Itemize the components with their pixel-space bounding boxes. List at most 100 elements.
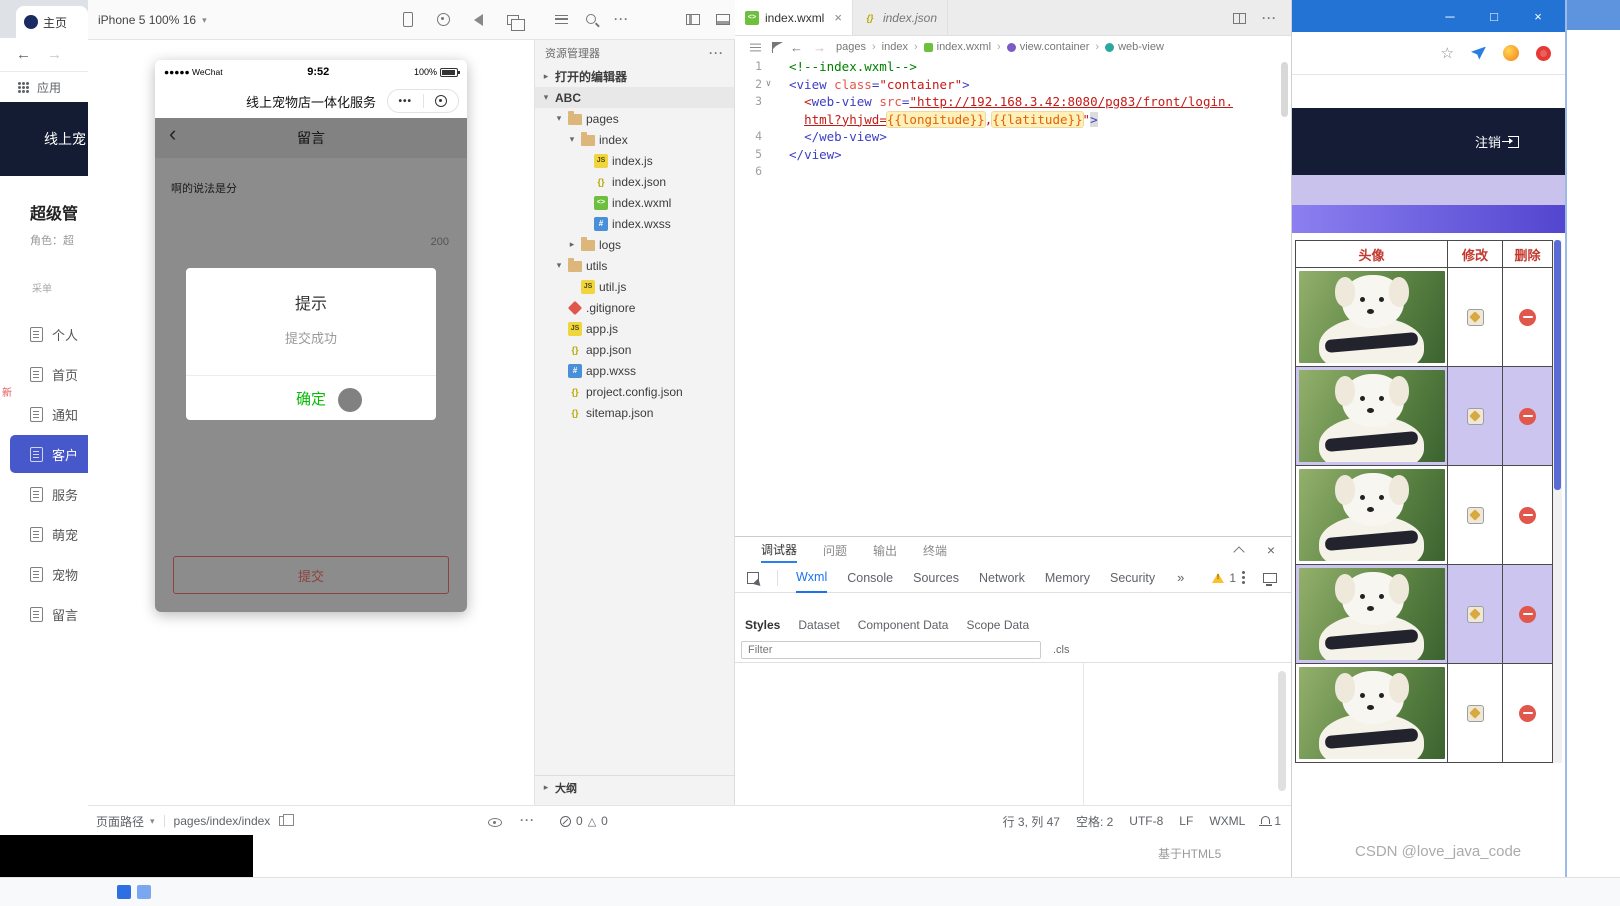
search-icon[interactable] [586,14,596,24]
extension-icon[interactable] [1471,46,1486,60]
outline-section[interactable]: ▸ 大纲 [535,775,734,799]
code-editor[interactable]: 1 2 ∨ 3 4 5 6 <!--index.wxml--> <view class="co… [735,58,1291,536]
edit-icon[interactable] [1466,308,1484,326]
styles-subtab-styles[interactable]: Styles [745,618,780,632]
tree-item-index-js[interactable]: JS index.js [535,150,734,171]
device-toolbar-icon[interactable] [1263,572,1277,586]
record-icon[interactable] [437,13,450,26]
back-icon[interactable]: ← [16,46,31,63]
breadcrumb-item-index-wxml[interactable]: index.wxml [923,41,991,53]
forward-icon[interactable]: → [813,40,826,55]
explorer-toggle-icon[interactable] [555,14,568,24]
scrollbar-thumb[interactable] [1554,240,1561,490]
devtools-tab-wxml[interactable]: Wxml [796,563,828,593]
panel-tab-terminal[interactable]: 终端 [923,537,947,563]
fold-icon[interactable]: ∨ [762,76,775,94]
toggle-panel-icon[interactable] [716,14,730,25]
minimize-button[interactable]: ─ [1432,0,1468,32]
sidebar-item-profile[interactable]: 个人 [0,314,88,354]
taskbar-app-icon[interactable] [137,885,151,899]
panel-scrollbar[interactable] [1278,671,1286,791]
tree-item-gitignore[interactable]: .gitignore [535,297,734,318]
notifications[interactable]: 1 [1259,814,1281,828]
cursor-position[interactable]: 行 3, 列 47 [1003,813,1060,830]
tree-item-index-wxss[interactable]: # index.wxss [535,213,734,234]
devtools-tab-security[interactable]: Security [1110,563,1155,593]
sidebar-item-notifications[interactable]: 通知 [0,394,88,434]
tree-item-sitemap-json[interactable]: {} sitemap.json [535,402,734,423]
editor-tab-index-wxml[interactable]: <> index.wxml × [735,0,853,35]
extension-icon[interactable] [1536,45,1551,61]
panel-tab-debugger[interactable]: 调试器 [761,537,798,563]
tree-item-index-json[interactable]: {} index.json [535,171,734,192]
styles-subtab-component-data[interactable]: Component Data [858,618,949,632]
edit-icon[interactable] [1466,605,1484,623]
styles-subtab-dataset[interactable]: Dataset [798,618,839,632]
more-menu-icon[interactable]: ••• [388,96,423,107]
avatar[interactable] [1503,45,1519,61]
sidebar-item-home[interactable]: 首页 [0,354,88,394]
breadcrumb-item-pages[interactable]: pages [836,41,866,53]
breadcrumb-item-index[interactable]: index [882,41,908,53]
styles-subtab-scope-data[interactable]: Scope Data [966,618,1029,632]
eye-icon[interactable] [488,818,502,827]
close-button[interactable]: × [1520,0,1556,32]
breadcrumb-item-web-view[interactable]: web-view [1105,41,1164,53]
tree-item-logs[interactable]: ▸ logs [535,234,734,255]
bookmark-icon[interactable] [772,41,783,53]
tree-item-index-wxml[interactable]: <> index.wxml [535,192,734,213]
logout-button[interactable]: 注销 [1475,132,1519,151]
maximize-button[interactable]: □ [1476,0,1512,32]
multi-window-icon[interactable] [507,14,525,31]
kebab-menu-icon[interactable] [1242,571,1245,574]
breadcrumb-item-view-container[interactable]: view.container [1006,41,1089,53]
device-selector[interactable]: iPhone 5 100% 16 ▾ [98,13,207,27]
apps-label[interactable]: 应用 [37,79,61,96]
panel-tab-output[interactable]: 输出 [873,537,897,563]
filter-input[interactable] [741,640,1041,659]
language-mode[interactable]: WXML [1209,814,1245,828]
rotate-icon[interactable] [474,13,483,26]
tree-item-open-editors[interactable]: ▸ 打开的编辑器 [535,66,734,87]
delete-icon[interactable] [1519,605,1536,623]
browser-tab-home[interactable]: 主页 [16,6,88,38]
devtools-tab-network[interactable]: Network [979,563,1025,593]
taskbar-app-icon[interactable] [117,885,131,899]
bookmark-star-icon[interactable]: ☆ [1441,46,1454,61]
sidebar-item-services[interactable]: 服务 [0,474,88,514]
tree-item-util-js[interactable]: JS util.js [535,276,734,297]
split-editor-icon[interactable] [1233,12,1246,24]
indentation[interactable]: 空格: 2 [1076,813,1113,830]
tree-item-utils[interactable]: ▾ utils [535,255,734,276]
tree-item-pages[interactable]: ▾ pages [535,108,734,129]
more-tabs-icon[interactable]: » [1177,570,1184,585]
devtools-tab-sources[interactable]: Sources [913,563,959,593]
sidebar-item-pets[interactable]: 宠物 [0,554,88,594]
problems-indicator[interactable]: 0 △ 0 [560,806,608,836]
device-frame-icon[interactable] [403,12,413,27]
tree-item-app-wxss[interactable]: # app.wxss [535,360,734,381]
more-icon[interactable]: ··· [520,813,535,827]
edit-icon[interactable] [1466,407,1484,425]
exit-miniprogram-button[interactable] [424,95,459,107]
more-icon[interactable]: ··· [709,46,724,60]
warning-badge[interactable]: 1 [1212,571,1236,585]
editor-scrollbar[interactable] [1281,62,1288,117]
toggle-sidebar-icon[interactable] [686,14,700,25]
page-scrollbar[interactable] [1553,240,1562,763]
collapse-panel-icon[interactable] [1233,546,1245,558]
eol[interactable]: LF [1179,814,1193,828]
delete-icon[interactable] [1519,506,1536,524]
devtools-tab-memory[interactable]: Memory [1045,563,1090,593]
delete-icon[interactable] [1519,407,1536,425]
page-path-selector[interactable]: 页面路径 ▾ pages/index/index [96,806,294,836]
delete-icon[interactable] [1519,704,1536,722]
close-tab-icon[interactable]: × [834,10,842,25]
sidebar-item-customers[interactable]: 客户 [10,435,88,473]
tree-item-app-json[interactable]: {} app.json [535,339,734,360]
confirm-button[interactable]: 确定 [186,376,436,420]
back-icon[interactable]: ← [790,40,803,55]
encoding[interactable]: UTF-8 [1129,814,1163,828]
close-icon[interactable]: × [1267,542,1275,558]
tree-item-project-config-json[interactable]: {} project.config.json [535,381,734,402]
